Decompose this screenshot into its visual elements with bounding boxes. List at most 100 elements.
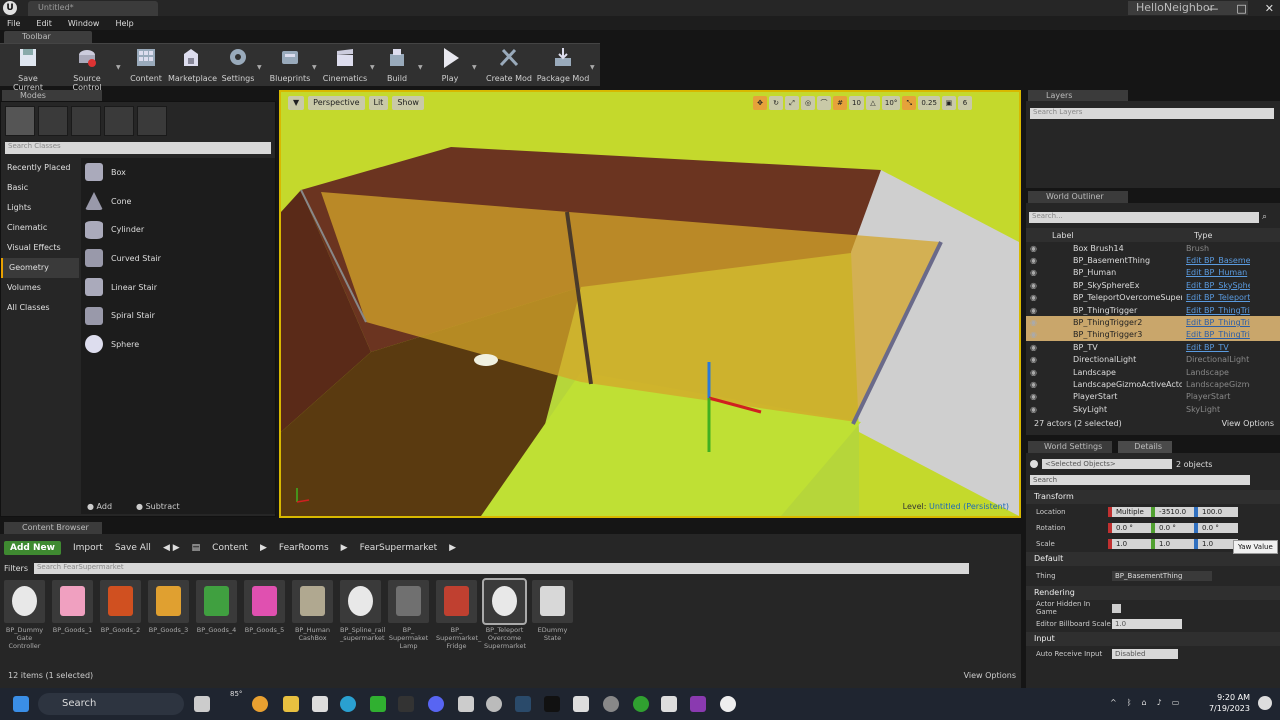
epic-games-icon[interactable] [398, 696, 414, 712]
category-geometry[interactable]: Geometry [1, 258, 79, 278]
xbox-app-icon[interactable] [370, 696, 386, 712]
visibility-eye-icon[interactable]: ◉ [1030, 405, 1042, 414]
menu-window[interactable]: Window [68, 19, 100, 28]
build-button[interactable]: Build [380, 46, 414, 86]
file-explorer-icon[interactable] [283, 696, 299, 712]
content-button[interactable]: Content [126, 46, 166, 86]
cinematics-button[interactable]: Cinematics [322, 46, 368, 86]
import-button[interactable]: Import [73, 543, 103, 553]
notification-icon[interactable] [1258, 696, 1272, 710]
discord-icon[interactable] [428, 696, 444, 712]
visibility-eye-icon[interactable]: ◉ [1030, 330, 1042, 339]
surface-snap-icon[interactable]: ⌒ [817, 96, 831, 110]
visibility-eye-icon[interactable]: ◉ [1030, 380, 1042, 389]
class-cone[interactable]: Cone [81, 187, 275, 216]
transform-section[interactable]: Transform [1026, 490, 1280, 504]
level-viewport[interactable]: ▼ Perspective Lit Show ✥ ↻ ⤢ ◎ ⌒ # 10 △ … [279, 90, 1021, 518]
outliner-row[interactable]: ◉ Box Brush14 Brush [1026, 242, 1280, 254]
path-content[interactable]: Content [212, 543, 248, 553]
app-icon-3[interactable] [661, 696, 677, 712]
rotation-y[interactable]: 0.0 ° [1151, 523, 1195, 533]
minimize-button[interactable]: — [1207, 2, 1218, 15]
create-mod-button[interactable]: Create Mod [484, 46, 534, 86]
save-current-button[interactable]: Save Current [4, 46, 52, 92]
scale-y[interactable]: 1.0 [1151, 539, 1195, 549]
outliner-row-type[interactable]: Edit BP_TV [1182, 343, 1250, 352]
visibility-eye-icon[interactable]: ◉ [1030, 306, 1042, 315]
tab-world-settings[interactable]: World Settings [1028, 441, 1113, 453]
outliner-row[interactable]: ◉ BP_ThingTrigger3 Edit BP_ThingTri [1026, 328, 1280, 342]
category-all-classes[interactable]: All Classes [1, 298, 79, 318]
viewport-options-button[interactable]: ▼ [288, 96, 305, 110]
path-fearsupermarket[interactable]: FearSupermarket [360, 543, 438, 553]
xbox-icon[interactable] [633, 696, 649, 712]
scale-snap-icon[interactable]: ⤡ [902, 96, 917, 110]
asset-tile[interactable]: BP_Human CashBox [292, 580, 333, 642]
add-new-button[interactable]: Add New [4, 541, 61, 555]
outliner-row-type[interactable]: Edit BP_ThingTri [1182, 306, 1250, 315]
class-linear-stair[interactable]: Linear Stair [81, 273, 275, 302]
outliner-search-input[interactable]: Search... [1029, 212, 1259, 223]
geometry-mode-icon[interactable] [137, 106, 167, 136]
source-control-button[interactable]: Source Control [58, 46, 116, 92]
cinematics-dropdown-icon[interactable]: ▼ [370, 64, 375, 71]
content-search-input[interactable]: Search FearSupermarket [33, 563, 969, 574]
save-all-button[interactable]: Save All [115, 543, 151, 553]
menu-edit[interactable]: Edit [36, 19, 52, 28]
settings-dropdown-icon[interactable]: ▼ [257, 64, 262, 71]
obs-icon[interactable] [573, 696, 589, 712]
visibility-eye-icon[interactable]: ◉ [1030, 392, 1042, 401]
marketplace-button[interactable]: Marketplace [168, 46, 217, 86]
menu-file[interactable]: File [7, 19, 20, 28]
taskbar-clock[interactable]: 9:20 AM 7/19/2023 [1209, 692, 1250, 714]
category-volumes[interactable]: Volumes [1, 278, 79, 298]
subtract-radio[interactable]: ● Subtract [136, 502, 180, 511]
camera-speed-icon[interactable]: ▣ [941, 96, 956, 110]
build-dropdown-icon[interactable]: ▼ [418, 64, 423, 71]
outliner-row[interactable]: ◉ SkyLight SkyLight [1026, 403, 1280, 415]
category-lights[interactable]: Lights [1, 198, 79, 218]
default-section[interactable]: Default [1026, 552, 1280, 566]
lit-button[interactable]: Lit [368, 96, 389, 110]
visibility-eye-icon[interactable]: ◉ [1030, 281, 1042, 290]
translate-icon[interactable]: ✥ [753, 96, 767, 110]
steam-icon[interactable] [515, 696, 531, 712]
outliner-row[interactable]: ◉ LandscapeGizmoActiveActor LandscapeGizmo [1026, 378, 1280, 390]
visibility-eye-icon[interactable]: ◉ [1030, 293, 1042, 302]
scale-x[interactable]: 1.0 [1108, 539, 1152, 549]
add-radio[interactable]: ● Add [87, 502, 112, 511]
settings-gear-icon[interactable] [486, 696, 502, 712]
modes-tab[interactable]: Modes [2, 90, 102, 101]
source-control-dropdown-icon[interactable]: ▼ [116, 64, 121, 71]
visibility-eye-icon[interactable]: ◉ [1030, 256, 1042, 265]
place-mode-icon[interactable] [5, 106, 35, 136]
asset-tile[interactable]: BP_Dummy Gate Controller [4, 580, 45, 650]
billboard-input[interactable]: 1.0 [1112, 619, 1182, 629]
actor-hidden-checkbox[interactable] [1112, 603, 1121, 613]
outliner-row[interactable]: ◉ BP_ThingTrigger Edit BP_ThingTri [1026, 304, 1280, 316]
outliner-row-type[interactable]: Edit BP_Teleport [1182, 293, 1250, 302]
outliner-row[interactable]: ◉ BP_BasementThing Edit BP_Baseme [1026, 254, 1280, 266]
rotation-snap-icon[interactable]: △ [865, 96, 880, 110]
class-spiral-stair[interactable]: Spiral Stair [81, 301, 275, 330]
foliage-mode-icon[interactable] [104, 106, 134, 136]
blueprints-dropdown-icon[interactable]: ▼ [312, 64, 317, 71]
chrome-icon[interactable] [252, 696, 268, 712]
asset-tile[interactable]: BP_Goods_1 [52, 580, 93, 634]
visibility-eye-icon[interactable]: ◉ [1030, 343, 1042, 352]
perspective-button[interactable]: Perspective [308, 96, 365, 110]
content-view-options[interactable]: View Options [964, 671, 1016, 680]
category-visual-effects[interactable]: Visual Effects [1, 238, 79, 258]
show-button[interactable]: Show [392, 96, 424, 110]
location-z[interactable]: 100.0 [1194, 507, 1238, 517]
rotation-z[interactable]: 0.0 ° [1194, 523, 1238, 533]
asset-tile[interactable]: BP_Teleport Overcome Supermarket [482, 578, 527, 650]
play-button[interactable]: Play [430, 46, 470, 86]
search-classes-input[interactable]: Search Classes [5, 142, 271, 154]
taskbar-search[interactable]: Search [38, 693, 184, 715]
asset-tile[interactable]: EDummy State [532, 580, 573, 642]
settings-button[interactable]: Settings [220, 46, 256, 86]
path-fearrooms[interactable]: FearRooms [279, 543, 329, 553]
outliner-view-options[interactable]: View Options [1222, 419, 1274, 428]
category-basic[interactable]: Basic [1, 178, 79, 198]
